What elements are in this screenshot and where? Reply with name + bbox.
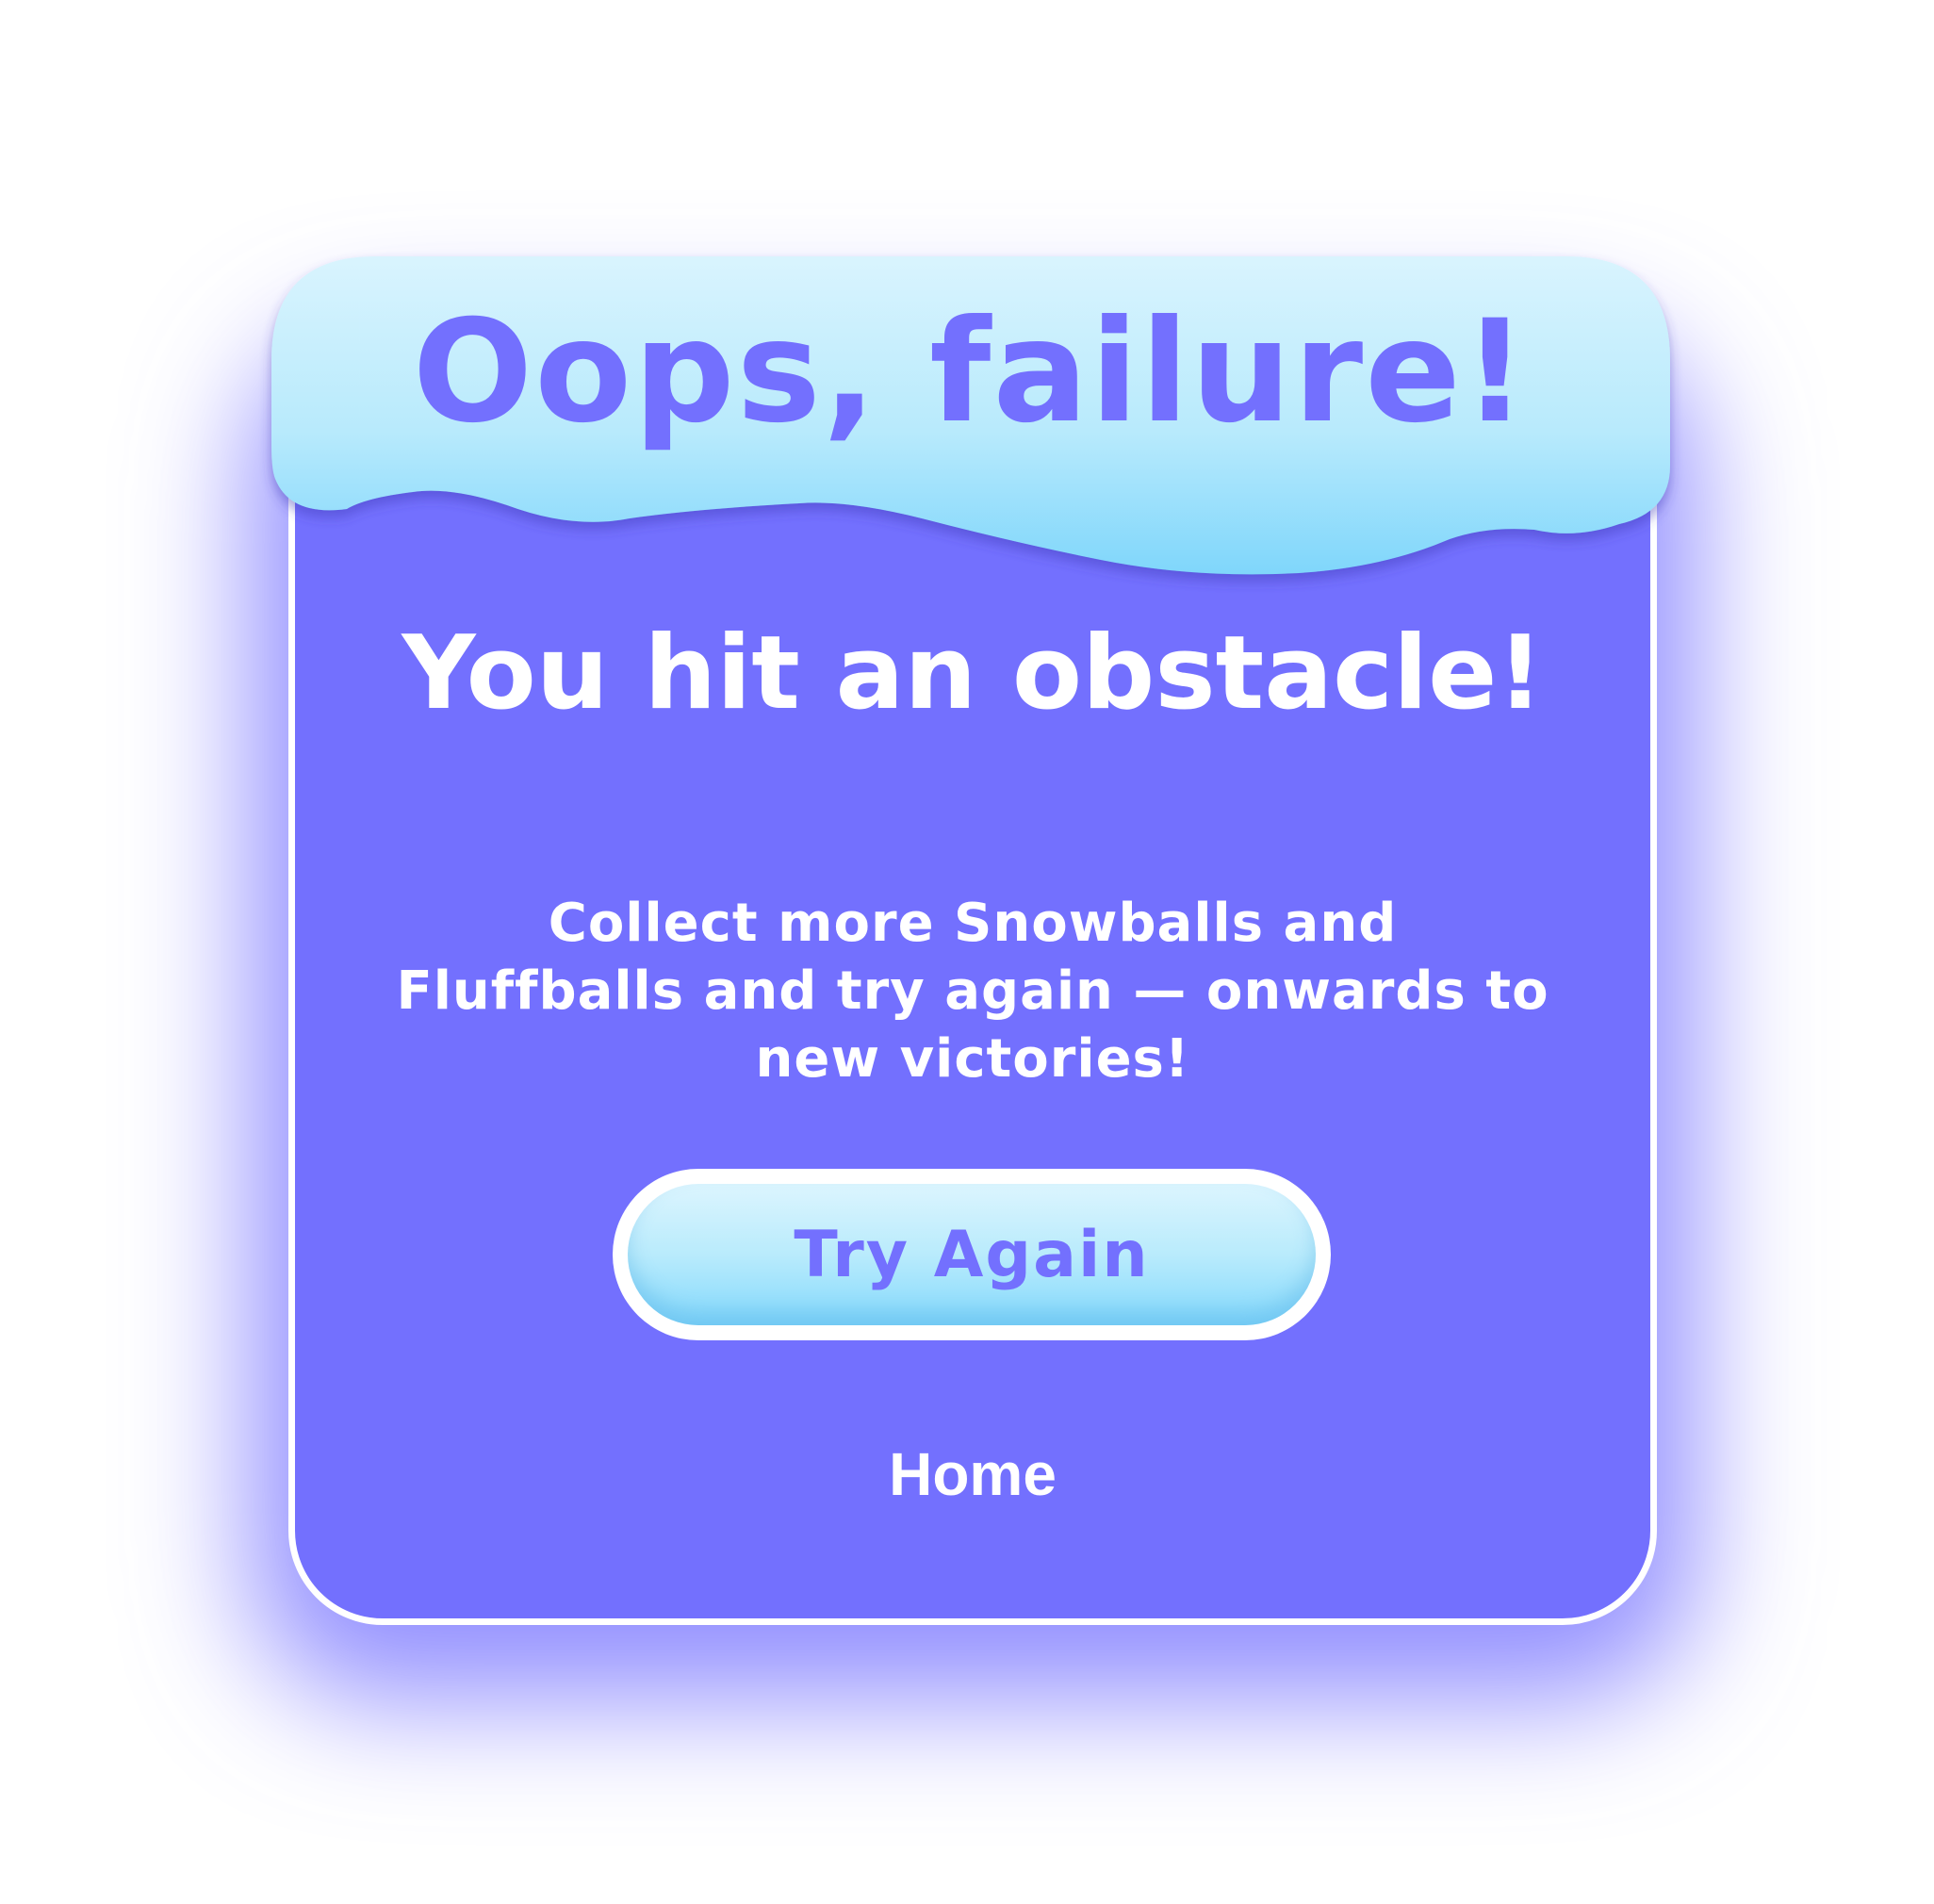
try-again-button[interactable]: Try Again [628, 1184, 1316, 1325]
try-again-button-frame: Try Again [613, 1169, 1331, 1340]
dialog-headline: You hit an obstacle! [402, 615, 1544, 732]
dialog-banner: Oops, failure! [271, 256, 1670, 586]
game-stage: Oops, failure! You hit an obstacle! Coll… [0, 0, 1934, 1904]
banner-title: Oops, failure! [412, 290, 1530, 454]
home-link[interactable]: Home [760, 1436, 1186, 1512]
dialog-description: Collect more Snowballs and Fluffballs an… [396, 893, 1549, 1090]
